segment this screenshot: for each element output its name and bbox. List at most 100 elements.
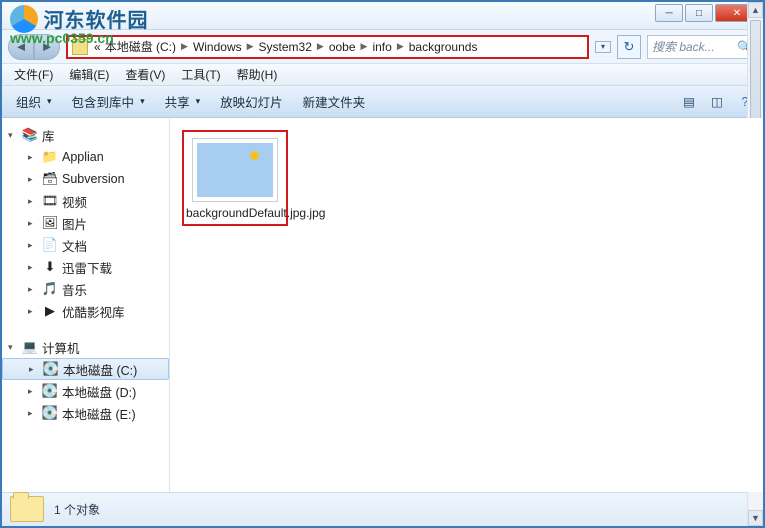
include-library-button[interactable]: 包含到库中 (62, 88, 155, 115)
expand-icon[interactable]: ▸ (28, 408, 38, 419)
view-mode-button[interactable]: ▤ (677, 90, 701, 114)
new-folder-button[interactable]: 新建文件夹 (293, 88, 376, 115)
sidebar-item-label: 文档 (62, 236, 87, 255)
expand-icon[interactable]: ▾ (8, 342, 18, 353)
sidebar-libraries[interactable]: ▾ 📚 库 (2, 124, 169, 146)
expand-icon[interactable]: ▸ (28, 306, 38, 317)
menu-file[interactable]: 文件(F) (6, 64, 61, 85)
folder-icon: 📁 (42, 149, 58, 165)
menu-view[interactable]: 查看(V) (117, 64, 173, 85)
drive-icon: 💽 (42, 405, 58, 421)
breadcrumb-dropdown[interactable]: ▾ (595, 41, 611, 53)
expand-icon[interactable]: ▸ (28, 386, 38, 397)
expand-icon[interactable]: ▸ (29, 364, 39, 375)
breadcrumb-seg[interactable]: info (370, 40, 393, 54)
drive-icon (72, 39, 88, 55)
breadcrumb-seg[interactable]: oobe (327, 40, 358, 54)
libraries-icon: 📚 (22, 127, 38, 143)
sidebar-label: 计算机 (42, 338, 80, 357)
sidebar-item-label: 优酷影视库 (62, 302, 125, 321)
back-button[interactable]: ◄ (8, 34, 34, 60)
expand-icon[interactable]: ▸ (28, 218, 38, 229)
sidebar-item-label: Subversion (62, 172, 125, 186)
sidebar-drive[interactable]: ▸ 💽本地磁盘 (E:) (2, 402, 169, 424)
computer-icon: 💻 (22, 339, 38, 355)
chevron-right-icon[interactable]: ▶ (394, 41, 407, 52)
sidebar-item[interactable]: ▸ ⬇迅雷下载 (2, 256, 169, 278)
video-icon: 🎞 (42, 193, 58, 209)
sidebar-item[interactable]: ▸ 🖼图片 (2, 212, 169, 234)
music-icon: 🎵 (42, 281, 58, 297)
sidebar-drive-label: 本地磁盘 (E:) (62, 404, 136, 423)
breadcrumb-bar[interactable]: « 本地磁盘 (C:)▶ Windows▶ System32▶ oobe▶ in… (66, 35, 589, 59)
documents-icon: 📄 (42, 237, 58, 253)
expand-icon[interactable]: ▸ (28, 152, 38, 163)
nav-arrows: ◄ ► (8, 34, 60, 60)
sidebar-item[interactable]: ▸ 🗃 Subversion (2, 168, 169, 190)
sidebar-item[interactable]: ▸ ▶优酷影视库 (2, 300, 169, 322)
minimize-button[interactable]: ─ (655, 4, 683, 22)
window-controls: ─ □ ✕ (655, 4, 759, 22)
sidebar-computer[interactable]: ▾ 💻 计算机 (2, 336, 169, 358)
sidebar-item-label: 图片 (62, 214, 87, 233)
file-item[interactable]: backgroundDefault.jpg.jpg (182, 130, 288, 226)
expand-icon[interactable]: ▸ (28, 174, 38, 185)
body-area: ▾ 📚 库 ▸ 📁 Applian ▸ 🗃 Subversion ▸ 🎞视频 ▸ 🖼图片 ▸… (2, 118, 763, 492)
chevron-right-icon[interactable]: ▶ (314, 41, 327, 52)
sidebar-item-label: Applian (62, 150, 104, 164)
menu-bar: 文件(F) 编辑(E) 查看(V) 工具(T) 帮助(H) (2, 64, 763, 86)
pictures-icon: 🖼 (42, 215, 58, 231)
sidebar-item-label: 音乐 (62, 280, 87, 299)
folder-icon: 🗃 (42, 171, 58, 187)
sidebar-item[interactable]: ▸ 📄文档 (2, 234, 169, 256)
menu-edit[interactable]: 编辑(E) (61, 64, 117, 85)
breadcrumb-seg[interactable]: 本地磁盘 (C:) (103, 38, 178, 55)
sidebar-drive[interactable]: ▸ 💽本地磁盘 (D:) (2, 380, 169, 402)
slideshow-button[interactable]: 放映幻灯片 (210, 88, 293, 115)
chevron-right-icon[interactable]: ▶ (244, 41, 257, 52)
file-thumbnail (192, 138, 278, 202)
maximize-button[interactable]: □ (685, 4, 713, 22)
drive-icon: 💽 (43, 361, 59, 377)
breadcrumb-seg[interactable]: System32 (257, 40, 314, 54)
search-input[interactable]: 搜索 back... 🔍 (647, 35, 757, 59)
drive-icon: 💽 (42, 383, 58, 399)
organize-button[interactable]: 组织 (6, 88, 62, 115)
sidebar-drive[interactable]: ▸ 💽本地磁盘 (C:) (2, 358, 169, 380)
preview-pane-button[interactable]: ◫ (705, 90, 729, 114)
youku-icon: ▶ (42, 303, 58, 319)
sidebar-item-label: 视频 (62, 192, 87, 211)
file-name: backgroundDefault.jpg.jpg (186, 206, 284, 220)
status-folder-icon (10, 496, 44, 524)
chevron-right-icon[interactable]: ▶ (358, 41, 371, 52)
expand-icon[interactable]: ▾ (8, 130, 18, 141)
sidebar-drive-label: 本地磁盘 (D:) (62, 382, 136, 401)
expand-icon[interactable]: ▸ (28, 196, 38, 207)
sidebar-item[interactable]: ▸ 🎵音乐 (2, 278, 169, 300)
share-button[interactable]: 共享 (155, 88, 211, 115)
expand-icon[interactable]: ▸ (28, 240, 38, 251)
sidebar-item[interactable]: ▸ 🎞视频 (2, 190, 169, 212)
download-icon: ⬇ (42, 259, 58, 275)
status-count: 1 个对象 (54, 501, 100, 518)
address-row: ◄ ► « 本地磁盘 (C:)▶ Windows▶ System32▶ oobe… (2, 30, 763, 64)
menu-tools[interactable]: 工具(T) (173, 64, 228, 85)
sidebar-label: 库 (42, 126, 55, 145)
sidebar-item-label: 迅雷下载 (62, 258, 112, 277)
sidebar-drive-label: 本地磁盘 (C:) (63, 360, 137, 379)
content-area[interactable]: backgroundDefault.jpg.jpg (170, 118, 763, 492)
breadcrumb-seg[interactable]: Windows (191, 40, 244, 54)
expand-icon[interactable]: ▸ (28, 262, 38, 273)
forward-button[interactable]: ► (34, 34, 60, 60)
breadcrumb-seg[interactable]: backgrounds (407, 40, 480, 54)
status-bar: 1 个对象 (2, 492, 763, 526)
sidebar-item[interactable]: ▸ 📁 Applian (2, 146, 169, 168)
chevron-right-icon[interactable]: ▶ (178, 41, 191, 52)
refresh-button[interactable]: ↻ (617, 35, 641, 59)
dropdown-icon[interactable]: ▾ (595, 41, 611, 53)
sidebar: ▾ 📚 库 ▸ 📁 Applian ▸ 🗃 Subversion ▸ 🎞视频 ▸ 🖼图片 ▸… (2, 118, 170, 492)
expand-icon[interactable]: ▸ (28, 284, 38, 295)
breadcrumb-prefix: « (92, 40, 103, 54)
search-placeholder: 搜索 back... (652, 38, 715, 55)
menu-help[interactable]: 帮助(H) (229, 64, 286, 85)
